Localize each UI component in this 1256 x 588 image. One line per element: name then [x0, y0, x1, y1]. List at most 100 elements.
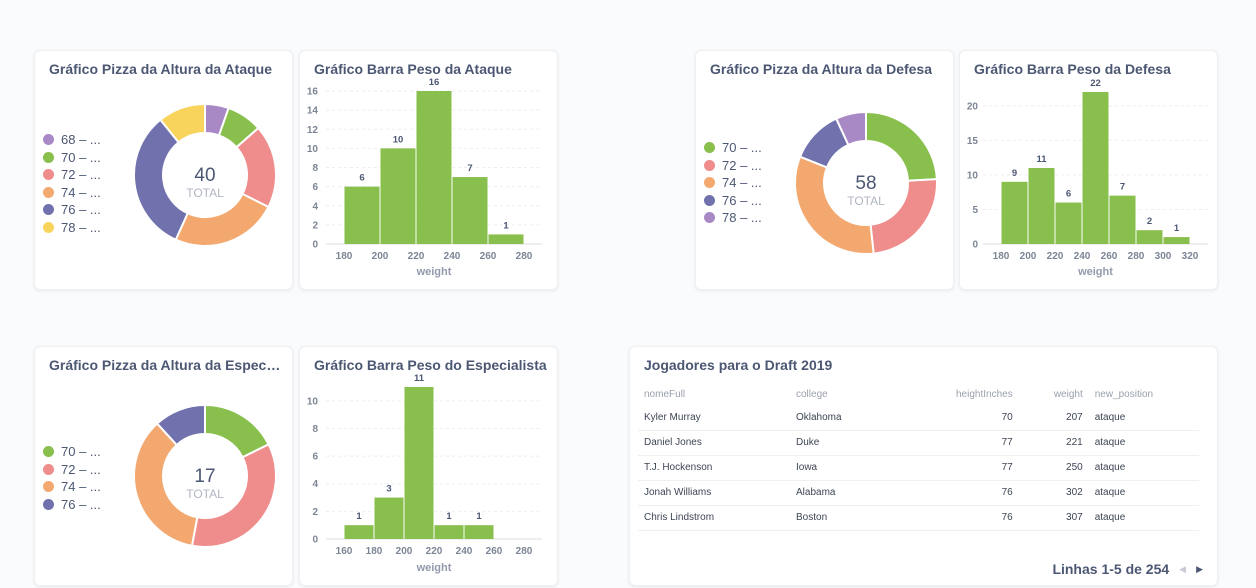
bar-data-label: 9 — [1012, 168, 1017, 179]
histogram-bar[interactable] — [1055, 202, 1082, 244]
y-tick-label: 2 — [312, 507, 318, 518]
table-cell: ataque — [1088, 405, 1199, 431]
column-header-weight[interactable]: weight — [1019, 383, 1089, 405]
x-tick-label: 180 — [336, 251, 353, 262]
bar-data-label: 7 — [467, 163, 472, 174]
pie-chart: 58TOTAL — [794, 110, 938, 255]
y-tick-label: 0 — [312, 240, 318, 251]
histogram-bar[interactable] — [380, 148, 416, 244]
histogram-bar[interactable] — [1001, 181, 1028, 244]
bar-chart: 024681013111 1160 180 200 220 240 260 280weight — [307, 373, 542, 574]
bar-data-label: 1 — [503, 220, 509, 231]
histogram-bar[interactable] — [434, 525, 464, 539]
column-header-college[interactable]: college — [790, 383, 950, 405]
table-cell: Oklahoma — [790, 405, 950, 431]
y-tick-label: 10 — [967, 170, 979, 181]
table-cell: Kyler Murray — [638, 405, 790, 431]
table-row[interactable]: Kyler Murray Oklahoma 70 207 ataque — [638, 405, 1199, 431]
column-header-new-position[interactable]: new_position — [1089, 383, 1199, 405]
pie-slice[interactable] — [865, 110, 938, 182]
table-row[interactable]: Jonah Williams Alabama 76 302 ataque — [638, 480, 1199, 506]
pie-ataque-card: Gráfico Pizza da Altura da Ataque 68 – .… — [34, 50, 293, 290]
histogram-bar[interactable] — [1163, 237, 1190, 244]
histogram-bar[interactable] — [1028, 168, 1055, 244]
column-header-heightinches[interactable]: heightInches — [950, 383, 1019, 405]
pie-slice[interactable] — [133, 422, 199, 547]
chevron-right-icon[interactable]: ▶ — [1196, 564, 1203, 575]
pie-slice[interactable] — [869, 178, 938, 255]
histogram-bar[interactable] — [1136, 230, 1163, 244]
histogram-bar[interactable] — [488, 234, 524, 244]
table-cell: 76 — [950, 505, 1019, 531]
table-cell: Iowa — [790, 455, 950, 481]
x-tick-label: 280 — [1128, 251, 1145, 262]
histogram-bar[interactable] — [1082, 92, 1109, 244]
x-tick-label: 280 — [516, 251, 533, 262]
table-cell: 77 — [950, 430, 1019, 456]
y-tick-label: 6 — [312, 182, 318, 193]
bar-data-label: 1 — [446, 511, 452, 522]
bar-data-label: 1 — [476, 511, 482, 522]
table-cell: 302 — [1018, 480, 1089, 506]
x-tick-label: 200 — [372, 251, 389, 262]
x-tick-label: 220 — [1047, 251, 1064, 262]
bar-data-label: 6 — [1066, 189, 1071, 200]
histogram-bar[interactable] — [464, 525, 494, 539]
pagination: Linhas 1-5 de 254 ◀ ▶ — [1052, 561, 1203, 577]
table-cell: 70 — [950, 405, 1019, 431]
x-tick-label: 240 — [456, 546, 473, 557]
table-cell: ataque — [1088, 455, 1199, 481]
x-tick-label: 300 — [1155, 251, 1172, 262]
pagination-label: Linhas 1-5 de 254 — [1052, 561, 1170, 577]
table-card: Jogadores para o Draft 2019 nomeFull col… — [629, 346, 1218, 586]
y-tick-label: 4 — [312, 201, 318, 212]
pie-slice[interactable] — [174, 192, 270, 247]
histogram-bar[interactable] — [344, 525, 374, 539]
y-tick-label: 0 — [972, 240, 978, 251]
x-tick-label: 200 — [396, 546, 413, 557]
table-header-row: nomeFull college heightInches weight new… — [638, 383, 1199, 405]
x-tick-label: 260 — [1101, 251, 1118, 262]
bar-chart: 0 2 4 6 8 10 12 14 16 6 10 16 7 1 180 200 220 240 260 280 we… — [307, 77, 542, 278]
y-tick-label: 2 — [312, 220, 318, 231]
x-tick-label: 180 — [366, 546, 383, 557]
histogram-bar[interactable] — [416, 91, 452, 244]
pie-defesa-card: Gráfico Pizza da Altura da Defesa 70 – .… — [695, 50, 954, 290]
y-tick-label: 4 — [312, 479, 318, 490]
histogram-bar[interactable] — [374, 497, 404, 539]
bar-data-label: 6 — [359, 173, 364, 184]
bar-data-label: 11 — [1036, 154, 1047, 165]
table-row[interactable]: Daniel Jones Duke 77 221 ataque — [638, 430, 1199, 456]
y-tick-label: 0 — [312, 535, 318, 546]
x-tick-label: 240 — [1074, 251, 1091, 262]
table-cell: T.J. Hockenson — [638, 455, 790, 481]
bar-ataque-card: Gráfico Barra Peso da Ataque 0 2 4 6 8 10 12 14… — [299, 50, 558, 290]
table-title[interactable]: Jogadores para o Draft 2019 — [644, 357, 832, 373]
y-tick-label: 16 — [307, 87, 319, 98]
table-cell: Duke — [790, 430, 950, 456]
y-tick-label: 6 — [312, 452, 318, 463]
bar-data-label: 16 — [429, 77, 440, 88]
histogram-bar[interactable] — [452, 177, 488, 244]
chevron-left-icon[interactable]: ◀ — [1179, 564, 1186, 575]
histogram-bar[interactable] — [404, 387, 434, 539]
table-row[interactable]: T.J. Hockenson Iowa 77 250 ataque — [638, 455, 1199, 481]
bar-especialista-card: Gráfico Barra Peso do Especialista 02468… — [299, 346, 558, 586]
histogram-bar[interactable] — [344, 186, 380, 244]
table-cell: 221 — [1018, 430, 1089, 456]
table-cell: 207 — [1018, 405, 1089, 431]
bar-defesa-card: Gráfico Barra Peso da Defesa 0 5 10 15 20 9 11… — [959, 50, 1218, 290]
y-tick-label: 5 — [972, 205, 978, 216]
column-header-nomefull[interactable]: nomeFull — [638, 383, 790, 405]
table-cell: Daniel Jones — [638, 430, 790, 456]
table-row[interactable]: Chris Lindstrom Boston 76 307 ataque — [638, 505, 1199, 531]
bar-data-label: 1 — [356, 511, 362, 522]
pie-especialista-card: Gráfico Pizza da Altura da Especiali... … — [34, 346, 293, 586]
table-cell: Boston — [790, 505, 950, 531]
table-cell: 76 — [950, 480, 1019, 506]
bar-data-label: 2 — [1147, 216, 1152, 227]
pie-total-label: TOTAL — [186, 487, 224, 501]
x-axis-label: weight — [416, 266, 452, 278]
histogram-bar[interactable] — [1109, 195, 1136, 244]
bar-data-label: 7 — [1120, 182, 1125, 193]
